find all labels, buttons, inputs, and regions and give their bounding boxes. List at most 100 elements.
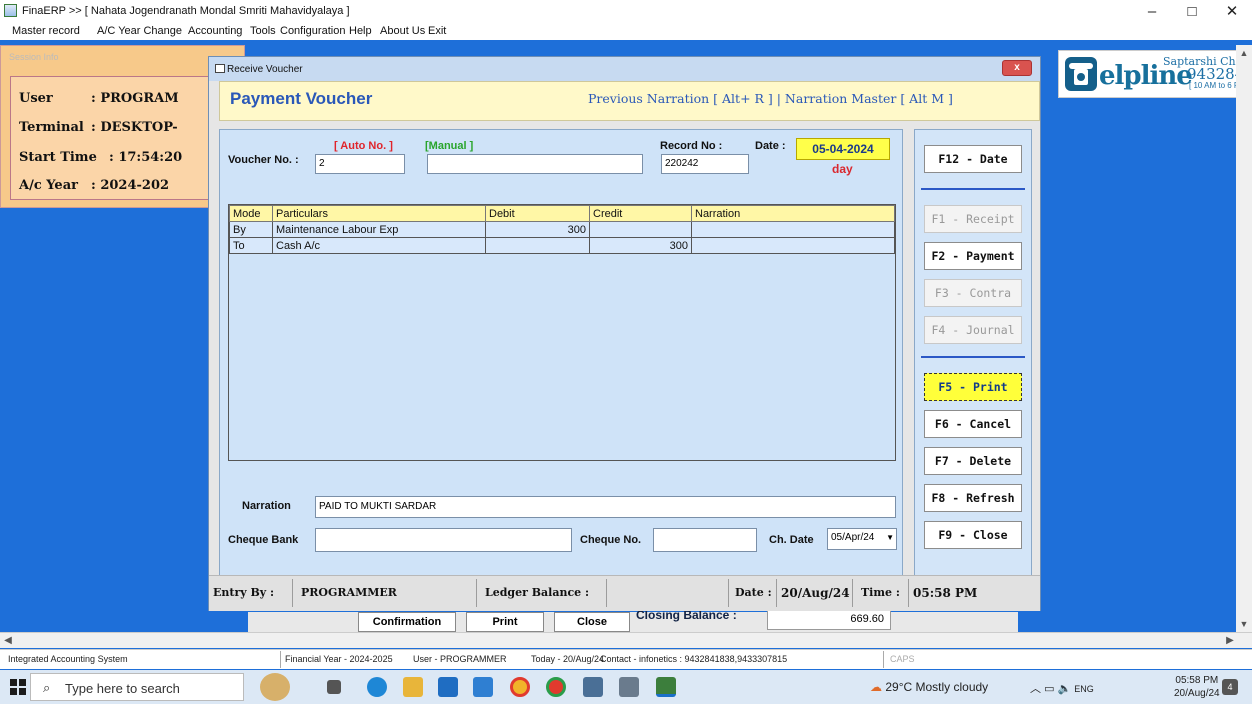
file-explorer-icon[interactable] (403, 677, 423, 697)
cell-debit[interactable] (485, 237, 590, 254)
voucher-date-field[interactable]: 05-04-2024 (796, 138, 890, 160)
taskbar-search-box[interactable]: ⌕ Type here to search (30, 673, 244, 701)
ch-date-picker[interactable]: 05/Apr/24 ▼ (827, 528, 897, 550)
record-no-field[interactable]: 220242 (661, 154, 749, 174)
menu-exit[interactable]: Exit (428, 25, 446, 37)
f8-refresh-button[interactable]: F8 - Refresh (924, 484, 1022, 512)
scroll-left-icon[interactable]: ◀ (0, 633, 16, 649)
close-window-button[interactable]: ✕ (1212, 0, 1252, 24)
maximize-button[interactable]: □ (1172, 0, 1212, 24)
narration-shortcuts[interactable]: Previous Narration [ Alt+ R ] | Narratio… (588, 91, 953, 106)
cell-particulars[interactable]: Cash A/c (272, 237, 486, 254)
session-start-time-value: : 17:54:20 (109, 150, 183, 165)
cortana-icon[interactable] (260, 673, 290, 701)
scroll-right-icon[interactable]: ▶ (1222, 633, 1238, 649)
network-icon[interactable]: ▭ (1044, 683, 1054, 695)
weather-cloud-icon: ☁ (870, 680, 882, 694)
behind-print-button[interactable]: Print (466, 612, 544, 632)
auto-no-field[interactable]: 2 (315, 154, 405, 174)
voucher-entries-grid[interactable]: Mode Particulars Debit Credit Narration … (228, 204, 896, 461)
f3-contra-button[interactable]: F3 - Contra (924, 279, 1022, 307)
narration-label: Narration (242, 500, 291, 512)
cell-particulars[interactable]: Maintenance Labour Exp (272, 221, 486, 238)
scroll-up-icon[interactable]: ▲ (1236, 45, 1252, 61)
col-debit: Debit (485, 205, 590, 222)
cell-narration[interactable] (691, 237, 895, 254)
f6-cancel-button[interactable]: F6 - Cancel (924, 410, 1022, 438)
manual-no-field[interactable] (427, 154, 643, 174)
status-bar: Integrated Accounting System Financial Y… (0, 649, 1252, 669)
vertical-scrollbar[interactable]: ▲ ▼ (1236, 45, 1252, 632)
behind-form-bar: Confirmation Print Close (248, 612, 1018, 634)
menu-about-us[interactable]: About Us (380, 25, 425, 37)
panel-divider (921, 356, 1025, 358)
behind-close-button[interactable]: Close (554, 612, 630, 632)
f9-close-button[interactable]: F9 - Close (924, 521, 1022, 549)
f4-journal-button[interactable]: F4 - Journal (924, 316, 1022, 344)
ch-date-value: 05/Apr/24 (831, 532, 875, 543)
footer-date-label: Date : (735, 579, 777, 607)
scroll-down-icon[interactable]: ▼ (1236, 616, 1252, 632)
session-terminal-label: Terminal (19, 120, 84, 135)
table-row[interactable]: By Maintenance Labour Exp 300 (229, 221, 895, 238)
tray-chevron-icon[interactable]: ︿ (1030, 683, 1041, 695)
weather-widget[interactable]: ☁ 29°C Mostly cloudy (870, 680, 988, 694)
status-contact: Contact - infonetics : 9432841838,943330… (600, 654, 788, 664)
f5-print-button[interactable]: F5 - Print (924, 373, 1022, 401)
app-icon (4, 4, 17, 17)
chrome-profile-icon[interactable] (546, 677, 566, 697)
menu-configuration[interactable]: Configuration (280, 25, 345, 37)
narration-field[interactable]: PAID TO MUKTI SARDAR (315, 496, 896, 518)
ledger-balance-value (609, 579, 729, 607)
notification-center-icon[interactable]: 4 (1222, 679, 1238, 695)
session-start-time-label: Start Time (19, 150, 97, 165)
cell-mode[interactable]: To (229, 237, 273, 254)
cell-mode[interactable]: By (229, 221, 273, 238)
notes-icon[interactable] (583, 677, 603, 697)
cell-narration[interactable] (691, 221, 895, 238)
f7-delete-button[interactable]: F7 - Delete (924, 447, 1022, 475)
f2-payment-button[interactable]: F2 - Payment (924, 242, 1022, 270)
minimize-button[interactable]: – (1132, 0, 1172, 24)
mail-icon[interactable] (473, 677, 493, 697)
session-user-label: User (19, 91, 53, 106)
finaerp-app-icon[interactable] (619, 677, 639, 697)
dialog-close-button[interactable]: x (1002, 60, 1032, 76)
cheque-bank-field[interactable] (315, 528, 572, 552)
menu-master-record[interactable]: Master record (12, 25, 80, 37)
system-tray[interactable]: ︿ ▭ 🔈 ENG (1030, 680, 1094, 696)
status-user: User - PROGRAMMER (413, 654, 507, 664)
task-view-icon[interactable] (327, 680, 341, 694)
chrome-icon[interactable] (510, 677, 530, 697)
day-label: day (832, 162, 853, 176)
finaerp-active-icon[interactable] (656, 677, 676, 697)
cell-debit[interactable]: 300 (485, 221, 590, 238)
cheque-no-field[interactable] (653, 528, 757, 552)
menu-bar: Master record A/C Year Change Accounting… (0, 22, 1252, 40)
cell-credit[interactable] (589, 221, 692, 238)
cell-credit[interactable]: 300 (589, 237, 692, 254)
session-ac-year-value: : 2024-202 (91, 178, 170, 193)
f12-date-button[interactable]: F12 - Date (924, 145, 1022, 173)
confirmation-button[interactable]: Confirmation (358, 612, 456, 632)
menu-help[interactable]: Help (349, 25, 372, 37)
edge-browser-icon[interactable] (367, 677, 387, 697)
volume-icon[interactable]: 🔈 (1058, 683, 1072, 695)
voucher-form: Voucher No. : [ Auto No. ] 2 [Manual ] R… (219, 129, 903, 577)
menu-accounting[interactable]: Accounting (188, 25, 242, 37)
menu-tools[interactable]: Tools (250, 25, 276, 37)
auto-no-label: [ Auto No. ] (334, 140, 393, 152)
table-row[interactable]: To Cash A/c 300 (229, 237, 895, 254)
store-icon[interactable] (438, 677, 458, 697)
chevron-down-icon[interactable]: ▼ (886, 529, 894, 547)
f1-receipt-button[interactable]: F1 - Receipt (924, 205, 1022, 233)
page-title: Payment Voucher (230, 89, 373, 108)
windows-start-icon[interactable] (10, 679, 26, 695)
session-info-header: Session Info (9, 52, 59, 62)
session-user-value: : PROGRAM (91, 91, 179, 106)
taskbar: ⌕ Type here to search ☁ 29°C Mostly clou… (0, 670, 1252, 704)
horizontal-scrollbar[interactable]: ◀ ▶ (0, 632, 1252, 648)
taskbar-clock[interactable]: 05:58 PM 20/Aug/24 (1174, 674, 1220, 700)
menu-ac-year-change[interactable]: A/C Year Change (97, 25, 182, 37)
language-indicator[interactable]: ENG (1074, 684, 1094, 694)
